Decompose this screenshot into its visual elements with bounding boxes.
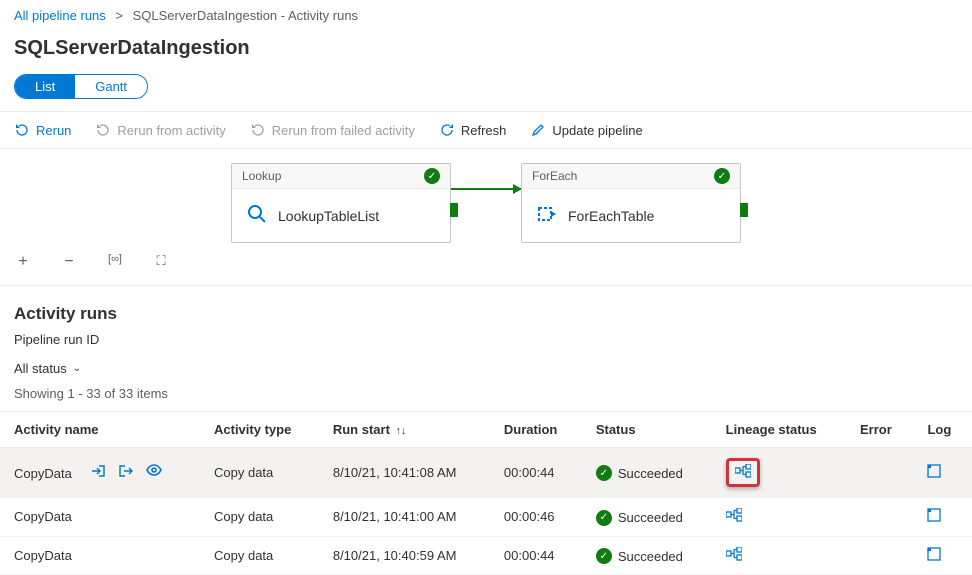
chevron-down-icon: ⌄ bbox=[73, 363, 81, 374]
update-pipeline-button[interactable]: Update pipeline bbox=[530, 122, 642, 138]
col-run-start-label: Run start bbox=[333, 422, 390, 437]
node-lookup-name: LookupTableList bbox=[278, 208, 379, 224]
cell-run-start: 8/10/21, 10:41:08 AM bbox=[319, 448, 490, 498]
view-gantt-button[interactable]: Gantt bbox=[75, 75, 147, 98]
breadcrumb-current: SQLServerDataIngestion - Activity runs bbox=[133, 8, 358, 23]
col-duration[interactable]: Duration bbox=[490, 412, 582, 448]
page-title: SQLServerDataIngestion bbox=[0, 27, 972, 74]
rerun-icon bbox=[14, 122, 30, 138]
table-row[interactable]: CopyData Copy data 8/10/21, 10:41:08 AM … bbox=[0, 448, 972, 498]
table-row[interactable]: CopyData Copy data 8/10/21, 10:41:00 AM … bbox=[0, 498, 972, 537]
foreach-icon bbox=[536, 203, 558, 228]
cell-status: Succeeded bbox=[618, 510, 683, 525]
success-icon: ✓ bbox=[596, 510, 612, 526]
col-run-start[interactable]: Run start ↑↓ bbox=[319, 412, 490, 448]
rerun-activity-label: Rerun from activity bbox=[117, 123, 225, 138]
col-log[interactable]: Log bbox=[913, 412, 972, 448]
zoom-in-button[interactable]: + bbox=[14, 253, 32, 271]
magnifier-icon bbox=[246, 203, 268, 228]
canvas-controls: + − [∞] ⛶ bbox=[0, 243, 972, 275]
zoom-out-button[interactable]: − bbox=[60, 253, 78, 271]
log-icon[interactable] bbox=[927, 466, 941, 481]
sort-icon: ↑↓ bbox=[396, 425, 407, 437]
zoom-reset-button[interactable]: [∞] bbox=[106, 253, 124, 271]
cell-error bbox=[846, 498, 913, 537]
col-activity-type[interactable]: Activity type bbox=[200, 412, 319, 448]
success-icon: ✓ bbox=[596, 465, 612, 481]
status-filter[interactable]: All status ⌄ bbox=[14, 361, 81, 376]
details-icon[interactable] bbox=[146, 464, 162, 481]
col-activity-name[interactable]: Activity name bbox=[0, 412, 200, 448]
status-filter-label: All status bbox=[14, 361, 67, 376]
breadcrumb-root-link[interactable]: All pipeline runs bbox=[14, 8, 106, 23]
col-lineage[interactable]: Lineage status bbox=[712, 412, 846, 448]
pipeline-run-id-label: Pipeline run ID bbox=[0, 332, 972, 361]
breadcrumb: All pipeline runs > SQLServerDataIngesti… bbox=[0, 0, 972, 27]
rerun-from-failed-button: Rerun from failed activity bbox=[250, 122, 415, 138]
cell-activity-name: CopyData bbox=[14, 466, 72, 481]
rerun-activity-icon bbox=[95, 122, 111, 138]
rerun-failed-label: Rerun from failed activity bbox=[272, 123, 415, 138]
result-count: Showing 1 - 33 of 33 items bbox=[0, 386, 972, 411]
node-lookup-type: Lookup bbox=[242, 169, 281, 183]
pencil-icon bbox=[530, 122, 546, 138]
cell-activity-name: CopyData bbox=[14, 548, 72, 563]
cell-run-start: 8/10/21, 10:40:59 AM bbox=[319, 536, 490, 575]
col-error[interactable]: Error bbox=[846, 412, 913, 448]
toolbar: Rerun Rerun from activity Rerun from fai… bbox=[0, 111, 972, 149]
success-badge-icon: ✓ bbox=[714, 168, 730, 184]
refresh-button[interactable]: Refresh bbox=[439, 122, 507, 138]
connector-arrow bbox=[451, 188, 521, 190]
pipeline-canvas[interactable]: Lookup ✓ LookupTableList ForEach ✓ For bbox=[0, 149, 972, 286]
view-toggle: List Gantt bbox=[14, 74, 148, 99]
cell-activity-name: CopyData bbox=[14, 509, 72, 524]
cell-activity-type: Copy data bbox=[200, 536, 319, 575]
activity-runs-table: Activity name Activity type Run start ↑↓… bbox=[0, 411, 972, 575]
node-foreach-type: ForEach bbox=[532, 169, 577, 183]
refresh-label: Refresh bbox=[461, 123, 507, 138]
breadcrumb-separator: > bbox=[115, 8, 123, 23]
log-icon[interactable] bbox=[927, 549, 941, 564]
node-foreach[interactable]: ForEach ✓ ForEachTable bbox=[521, 163, 741, 243]
rerun-button[interactable]: Rerun bbox=[14, 122, 71, 138]
success-icon: ✓ bbox=[596, 548, 612, 564]
success-badge-icon: ✓ bbox=[424, 168, 440, 184]
cell-error bbox=[846, 536, 913, 575]
node-foreach-name: ForEachTable bbox=[568, 208, 654, 224]
output-icon[interactable] bbox=[118, 464, 134, 481]
cell-activity-type: Copy data bbox=[200, 448, 319, 498]
section-title: Activity runs bbox=[0, 286, 972, 332]
cell-duration: 00:00:46 bbox=[490, 498, 582, 537]
cell-duration: 00:00:44 bbox=[490, 448, 582, 498]
node-lookup[interactable]: Lookup ✓ LookupTableList bbox=[231, 163, 451, 243]
cell-error bbox=[846, 448, 913, 498]
col-status[interactable]: Status bbox=[582, 412, 712, 448]
cell-status: Succeeded bbox=[618, 549, 683, 564]
cell-activity-type: Copy data bbox=[200, 498, 319, 537]
lineage-status-icon[interactable] bbox=[726, 458, 760, 487]
lineage-status-icon[interactable] bbox=[726, 547, 742, 564]
cell-status: Succeeded bbox=[618, 466, 683, 481]
table-row[interactable]: CopyData Copy data 8/10/21, 10:40:59 AM … bbox=[0, 536, 972, 575]
view-list-button[interactable]: List bbox=[15, 75, 75, 98]
lineage-status-icon[interactable] bbox=[726, 508, 742, 525]
log-icon[interactable] bbox=[927, 510, 941, 525]
rerun-label: Rerun bbox=[36, 123, 71, 138]
refresh-icon bbox=[439, 122, 455, 138]
rerun-from-activity-button: Rerun from activity bbox=[95, 122, 225, 138]
zoom-fit-button[interactable]: ⛶ bbox=[152, 253, 170, 271]
rerun-failed-icon bbox=[250, 122, 266, 138]
input-icon[interactable] bbox=[90, 464, 106, 481]
cell-run-start: 8/10/21, 10:41:00 AM bbox=[319, 498, 490, 537]
cell-duration: 00:00:44 bbox=[490, 536, 582, 575]
update-pipeline-label: Update pipeline bbox=[552, 123, 642, 138]
